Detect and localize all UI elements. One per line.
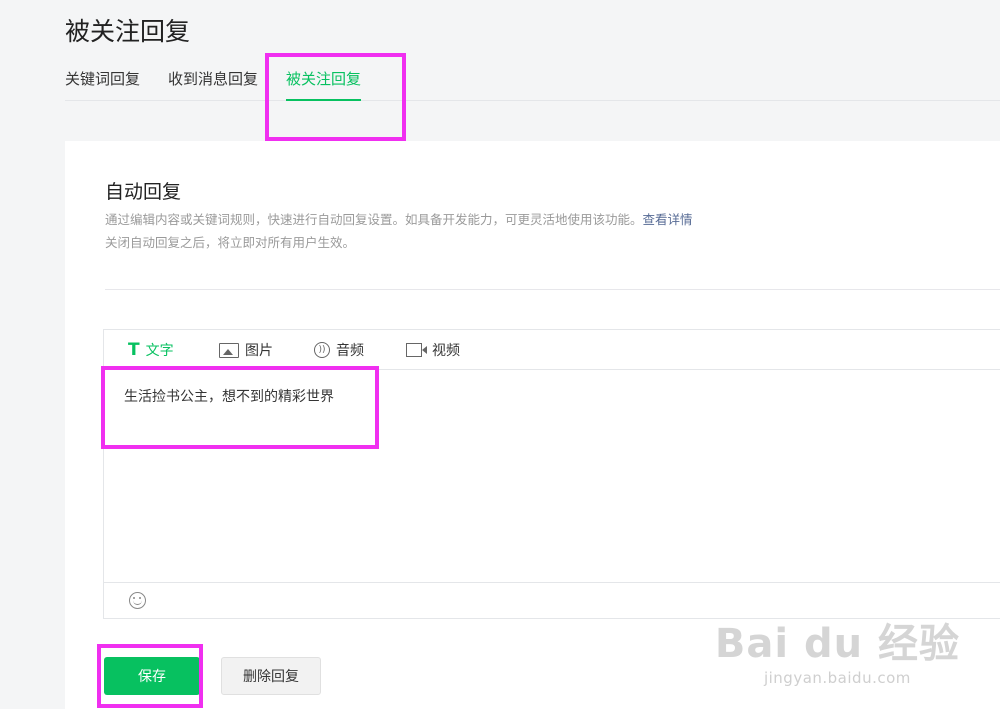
save-button[interactable]: 保存 — [104, 657, 200, 695]
editor-toolbar: T 文字 图片 )) 音频 视频 — [104, 330, 1000, 370]
image-icon — [219, 342, 239, 358]
view-details-link[interactable]: 查看详情 — [643, 212, 693, 227]
section-note: 关闭自动回复之后，将立即对所有用户生效。 — [105, 235, 356, 250]
watermark-logo: Bai du 经验 — [714, 621, 960, 667]
text-icon: T — [128, 340, 140, 360]
description-text: 通过编辑内容或关键词规则，快速进行自动回复设置。如具备开发能力，可更灵活地使用该… — [105, 212, 643, 227]
tab-keyword-reply[interactable]: 关键词回复 — [65, 68, 140, 101]
audio-icon: )) — [314, 342, 330, 358]
editor-tab-label: 音频 — [336, 343, 364, 359]
video-icon — [406, 343, 427, 357]
baidu-watermark: Bai du 经验 jingyan.baidu.com — [715, 611, 960, 687]
tab-bar: 关键词回复 收到消息回复 被关注回复 — [65, 68, 1000, 101]
page-title: 被关注回复 — [65, 17, 191, 46]
reply-text-input[interactable]: 生活捡书公主，想不到的精彩世界 — [124, 386, 334, 406]
editor-tab-label: 文字 — [145, 343, 174, 359]
editor-tab-label: 视频 — [432, 343, 460, 359]
reply-editor: T 文字 图片 )) 音频 视频 生活捡书公主，想不到的精彩世界 — [103, 329, 1000, 619]
section-title: 自动回复 — [105, 181, 182, 203]
section-description: 通过编辑内容或关键词规则，快速进行自动回复设置。如具备开发能力，可更灵活地使用该… — [105, 209, 693, 228]
emoji-icon[interactable] — [129, 592, 146, 609]
tab-message-reply[interactable]: 收到消息回复 — [168, 68, 258, 101]
tab-follow-reply[interactable]: 被关注回复 — [286, 68, 362, 101]
watermark-url: jingyan.baidu.com — [763, 669, 911, 687]
divider — [105, 289, 1000, 290]
delete-reply-button[interactable]: 删除回复 — [221, 657, 321, 695]
editor-tab-video[interactable]: 视频 — [406, 330, 460, 370]
editor-tab-text[interactable]: T 文字 — [128, 330, 174, 370]
editor-tab-image[interactable]: 图片 — [219, 330, 273, 370]
editor-tab-label: 图片 — [245, 343, 273, 359]
editor-tab-audio[interactable]: )) 音频 — [314, 330, 364, 370]
